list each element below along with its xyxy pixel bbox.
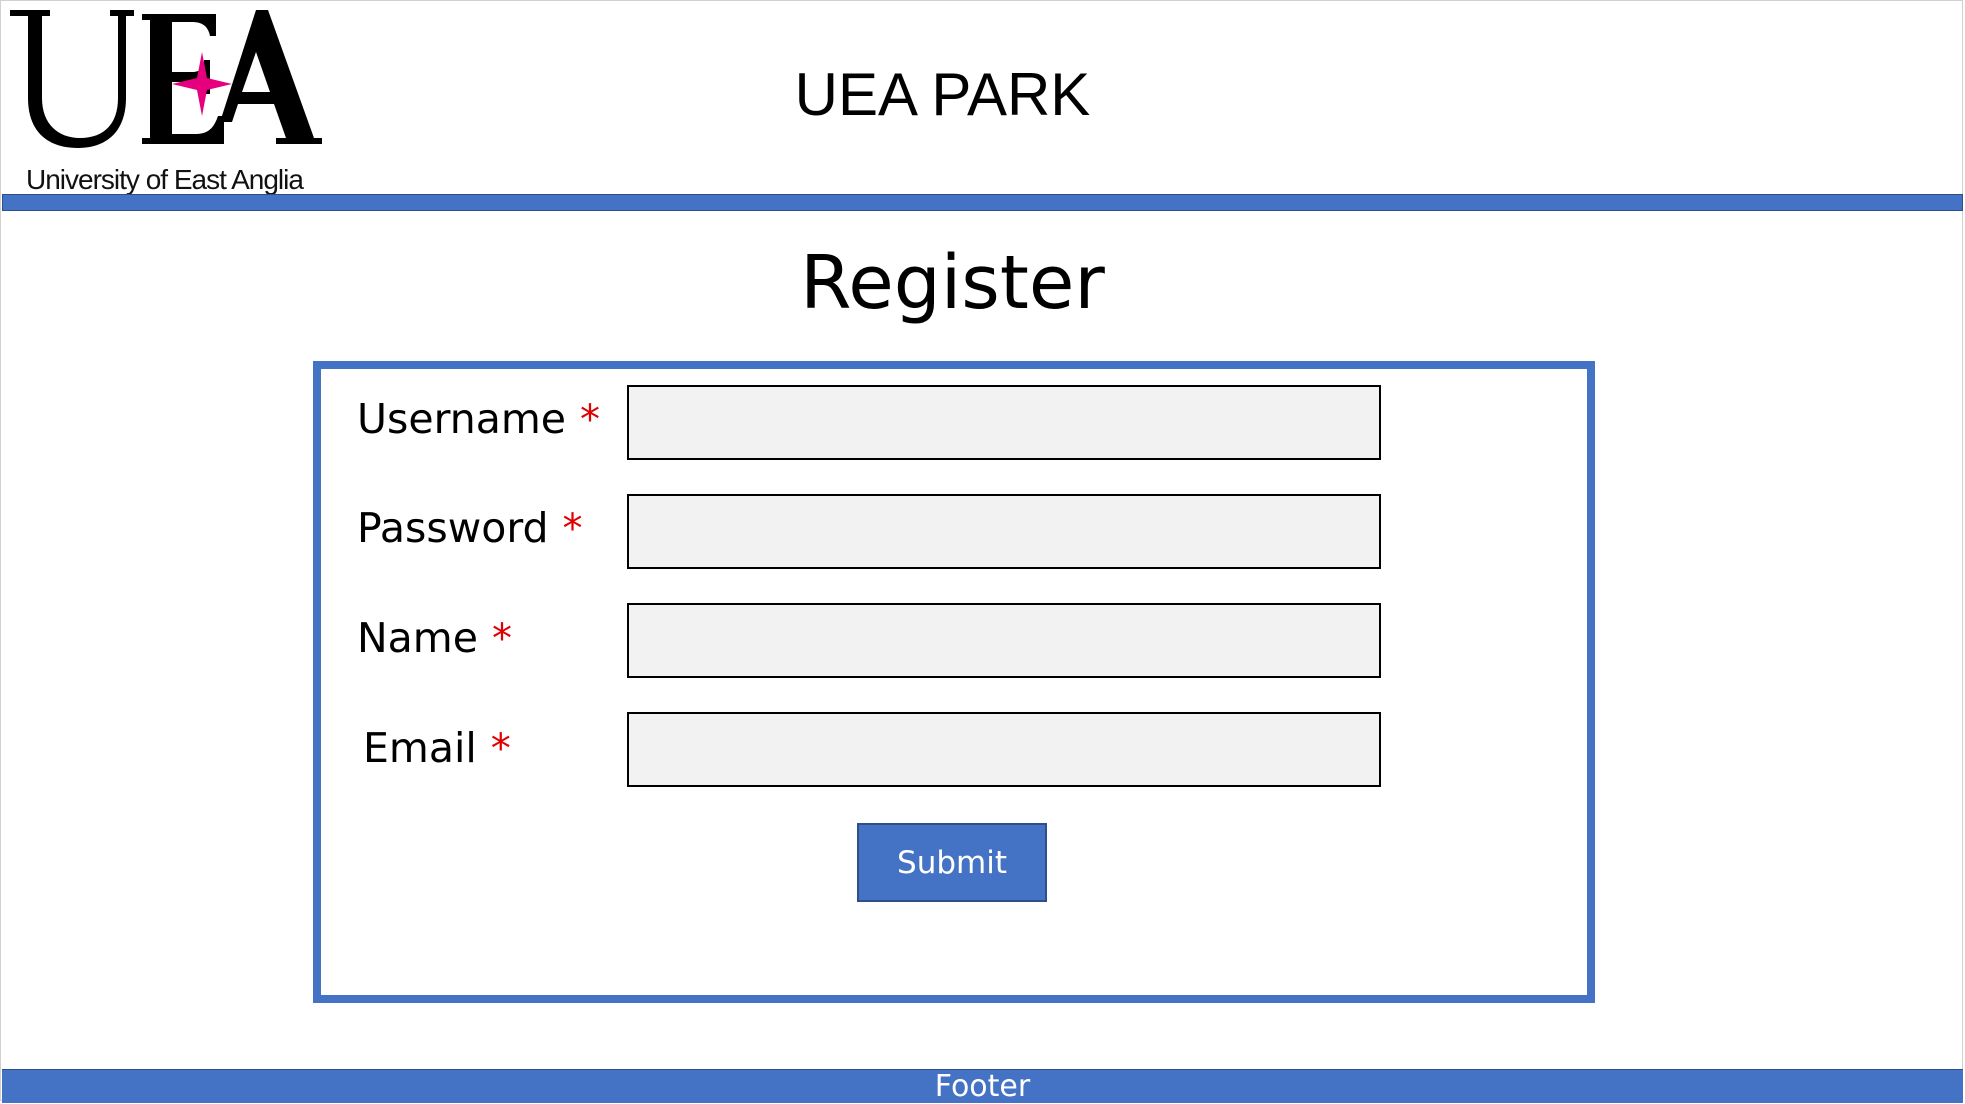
password-label: Password *: [357, 504, 583, 552]
footer: Footer: [2, 1069, 1963, 1104]
email-label-text: Email: [363, 724, 477, 772]
logo-caption: University of East Anglia: [26, 164, 304, 195]
required-asterisk: *: [491, 616, 512, 662]
password-input[interactable]: [627, 494, 1381, 569]
name-label: Name *: [357, 614, 512, 662]
name-label-text: Name: [357, 614, 478, 662]
username-label: Username *: [357, 395, 600, 443]
submit-button[interactable]: Submit: [857, 823, 1047, 902]
username-label-text: Username: [357, 395, 567, 443]
name-input[interactable]: [627, 603, 1381, 678]
username-input[interactable]: [627, 385, 1381, 460]
page-title: Register: [800, 240, 1105, 326]
uea-logo: University of East Anglia: [6, 6, 326, 196]
site-title: UEA PARK: [794, 61, 1091, 128]
email-label: Email *: [363, 724, 511, 772]
required-asterisk: *: [580, 397, 601, 443]
required-asterisk: *: [562, 506, 583, 552]
password-label-text: Password: [357, 504, 549, 552]
footer-text: Footer: [934, 1069, 1031, 1104]
required-asterisk: *: [490, 726, 511, 772]
header-divider-bar: [2, 194, 1963, 211]
email-input[interactable]: [627, 712, 1381, 787]
uea-logo-mark: [10, 10, 322, 148]
